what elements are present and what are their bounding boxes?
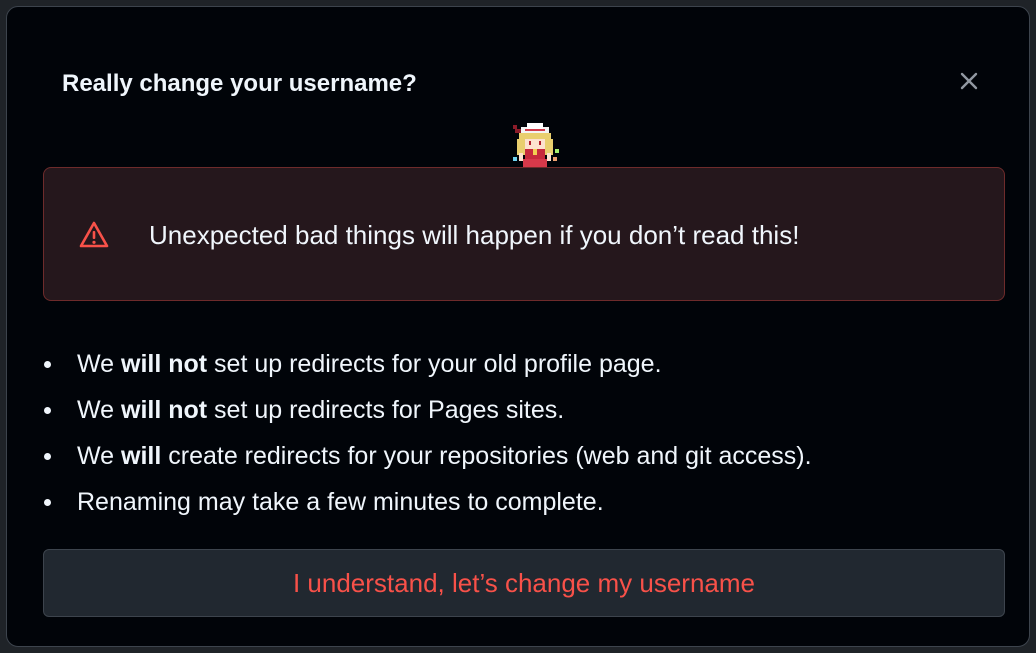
confirm-change-username-button[interactable]: I understand, let’s change my username xyxy=(43,549,1005,617)
warning-text: Unexpected bad things will happen if you… xyxy=(149,220,800,250)
note-item: We will not set up redirects for Pages s… xyxy=(37,387,812,433)
rename-notes-list: We will not set up redirects for your ol… xyxy=(37,341,812,525)
dialog-title: Really change your username? xyxy=(62,70,417,97)
note-item: We will not set up redirects for your ol… xyxy=(37,341,812,387)
x-icon xyxy=(960,72,978,90)
rename-username-dialog: Really change your username? Unexpected … xyxy=(6,6,1030,647)
warning-flash: Unexpected bad things will happen if you… xyxy=(43,167,1005,301)
note-item: Renaming may take a few minutes to compl… xyxy=(37,479,812,525)
close-button[interactable] xyxy=(947,59,991,103)
alert-triangle-icon xyxy=(79,221,109,248)
note-item: We will create redirects for your reposi… xyxy=(37,433,812,479)
